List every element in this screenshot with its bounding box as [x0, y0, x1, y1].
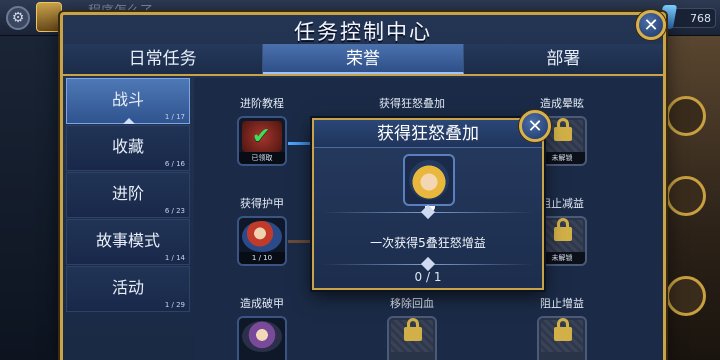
sidebar-item-label: 进阶 [111, 184, 144, 203]
tab-honor[interactable]: 荣誉 [263, 44, 464, 74]
task-icon: 未解锁 [537, 216, 587, 266]
sidebar-item-advance[interactable]: 进阶 6 / 23 [66, 172, 190, 218]
sidebar-item-story-mode[interactable]: 故事模式 1 / 14 [66, 219, 190, 265]
popup-title: 获得狂怒叠加 [314, 120, 542, 148]
panel-title: 任务控制中心 [294, 20, 432, 44]
check-icon: ✔ [252, 124, 271, 149]
task-caption: 未解锁 [539, 252, 585, 264]
task-label: 获得狂怒叠加 [379, 97, 445, 110]
chest-icon [666, 176, 706, 216]
sidebar-item-count: 6 / 23 [164, 207, 185, 215]
task-caption: 1 / 10 [239, 252, 285, 264]
popup-description: 一次获得5叠狂怒增益 [370, 236, 486, 250]
tab-deploy[interactable]: 部署 [463, 44, 663, 74]
sidebar-item-collection[interactable]: 收藏 6 / 16 [66, 125, 190, 171]
task-icon [387, 316, 437, 360]
task-icon: 1 / 10 [237, 216, 287, 266]
tab-daily[interactable]: 日常任务 [63, 44, 264, 74]
task-icon [237, 316, 287, 360]
task-label: 进阶教程 [240, 97, 284, 110]
diamond-ornament-icon [420, 256, 436, 272]
category-sidebar: 战斗 1 / 17 收藏 6 / 16 进阶 6 / 23 故事模式 1 / 1… [66, 78, 190, 360]
tab-divider [63, 74, 663, 76]
settings-gear-icon[interactable]: ⚙ [6, 6, 30, 30]
sidebar-item-label: 活动 [111, 278, 144, 297]
task-detail-popup: 获得狂怒叠加 一次获得5叠狂怒增益 0 / 1 [312, 118, 544, 290]
sidebar-item-count: 1 / 29 [164, 301, 185, 309]
hero-portrait-icon [242, 321, 282, 352]
task-label: 移除回血 [390, 297, 434, 310]
sidebar-item-count: 1 / 17 [164, 113, 185, 121]
close-panel-button[interactable]: ✕ [636, 10, 666, 40]
task-icon: ✔ 已领取 [237, 116, 287, 166]
hero-portrait-icon [242, 221, 282, 252]
sidebar-item-count: 6 / 16 [164, 160, 185, 168]
sidebar-item-events[interactable]: 活动 1 / 29 [66, 266, 190, 312]
hero-medallion-icon [666, 96, 706, 136]
sidebar-item-label: 故事模式 [95, 231, 160, 250]
gem-counter[interactable]: 768 [668, 8, 716, 28]
task-gain-rage-stack[interactable]: 获得狂怒叠加 [362, 96, 462, 112]
sidebar-item-count: 1 / 14 [164, 254, 185, 262]
lock-icon [554, 318, 572, 341]
task-block-buff[interactable]: 阻止增益 [512, 296, 612, 360]
close-popup-button[interactable]: ✕ [519, 110, 551, 142]
popup-progress: 0 / 1 [414, 270, 442, 284]
task-caption: 已领取 [239, 152, 285, 164]
task-armor-break[interactable]: 造成破甲 [212, 296, 312, 360]
lock-icon [554, 118, 572, 141]
task-remove-heal[interactable]: 移除回血 [362, 296, 462, 360]
task-icon [537, 316, 587, 360]
task-label: 获得护甲 [240, 197, 284, 210]
task-advanced-tutorial[interactable]: 进阶教程 ✔ 已领取 [212, 96, 312, 166]
rage-hero-icon [403, 154, 455, 206]
sidebar-item-label: 收藏 [111, 137, 144, 156]
sidebar-item-combat[interactable]: 战斗 1 / 17 [66, 78, 190, 124]
tab-bar: 日常任务 荣誉 部署 [63, 44, 663, 74]
task-caption: 未解锁 [539, 152, 585, 164]
task-label: 造成破甲 [240, 297, 284, 310]
player-avatar[interactable] [36, 2, 62, 32]
task-gain-armor[interactable]: 获得护甲 1 / 10 [212, 196, 312, 266]
sidebar-item-label: 战斗 [111, 90, 144, 109]
task-label: 阻止增益 [540, 297, 584, 310]
lock-icon [554, 218, 572, 241]
lock-icon [404, 318, 422, 341]
task-label: 造成晕眩 [540, 97, 584, 110]
robot-icon [666, 276, 706, 316]
hero-face [409, 160, 449, 200]
